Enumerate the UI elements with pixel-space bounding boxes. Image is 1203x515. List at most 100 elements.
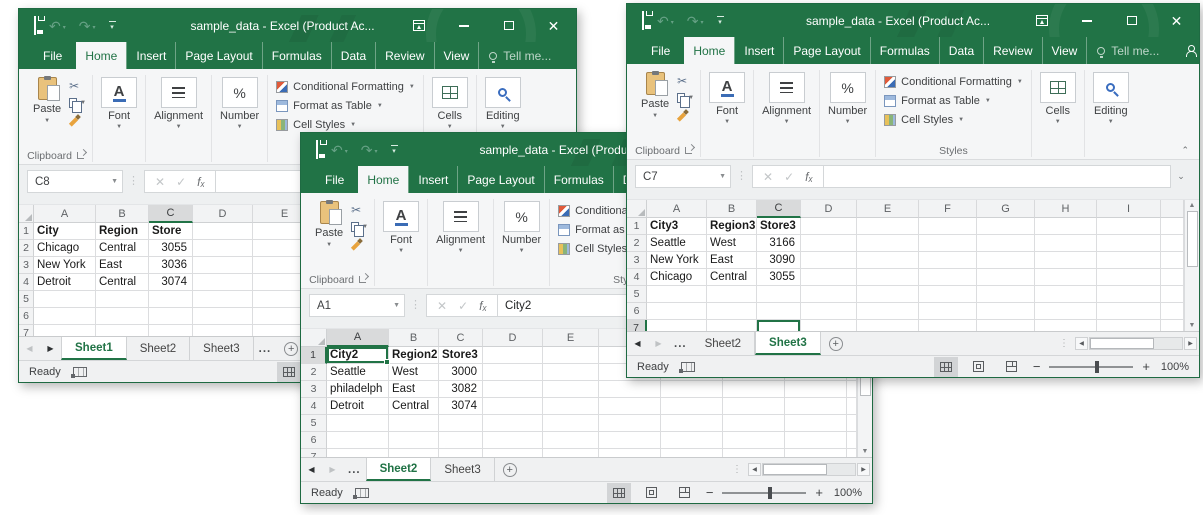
copy-button[interactable]: ▼: [69, 96, 86, 109]
cell-c5[interactable]: [757, 286, 801, 303]
dialog-launcher-icon[interactable]: [685, 147, 692, 154]
vertical-scrollbar[interactable]: ▲ ▼: [1184, 200, 1199, 331]
editing-group-button[interactable]: Editing ▼: [1087, 68, 1135, 159]
cell-e1[interactable]: [543, 347, 599, 364]
row-header-1[interactable]: 1: [627, 218, 647, 235]
cell-x4[interactable]: [723, 398, 785, 415]
cell-b1[interactable]: Region3: [707, 218, 757, 235]
cell-h3[interactable]: [1035, 252, 1097, 269]
row-header-6[interactable]: 6: [627, 303, 647, 320]
share-button[interactable]: Share: [561, 42, 577, 69]
format-as-table-button[interactable]: Format as Table ▼: [276, 98, 415, 113]
column-header-i[interactable]: I: [1097, 200, 1161, 218]
formula-cancel-icon[interactable]: ✕: [155, 175, 165, 189]
cell-styles-button[interactable]: Cell Styles ▼: [276, 117, 415, 132]
format-painter-button[interactable]: [677, 108, 694, 121]
row-header-2[interactable]: 2: [19, 240, 34, 257]
cell-d4[interactable]: [483, 398, 543, 415]
cell-x3[interactable]: [723, 381, 785, 398]
select-all-corner[interactable]: [301, 329, 327, 347]
cell-g3[interactable]: [977, 252, 1035, 269]
cell-c7[interactable]: [149, 325, 193, 336]
zoom-out-icon[interactable]: −: [706, 485, 714, 500]
cell-b2[interactable]: West: [389, 364, 439, 381]
cell-d1[interactable]: [801, 218, 857, 235]
formula-enter-icon[interactable]: ✓: [176, 175, 186, 189]
cell-e6[interactable]: [857, 303, 919, 320]
menu-tab-page-layout[interactable]: Page Layout: [457, 166, 543, 193]
row-header-7[interactable]: 7: [19, 325, 34, 336]
dialog-launcher-icon[interactable]: [77, 152, 84, 159]
cell-a5[interactable]: [34, 291, 96, 308]
cell-b4[interactable]: Central: [707, 269, 757, 286]
sheet-nav-forward-icon[interactable]: ▶: [40, 337, 61, 360]
menu-tab-page-layout[interactable]: Page Layout: [783, 37, 869, 64]
cells-group-button[interactable]: Cells ▼: [1034, 68, 1082, 159]
cell-e2[interactable]: [857, 235, 919, 252]
cell-c5[interactable]: [439, 415, 483, 432]
sheet-tab-sheet2[interactable]: Sheet2: [692, 332, 755, 355]
tell-me[interactable]: Tell me...: [478, 42, 561, 69]
format-as-table-button[interactable]: Format as Table ▼: [884, 93, 1023, 108]
zoom-level[interactable]: 100%: [832, 487, 864, 499]
cell-x6[interactable]: [599, 432, 661, 449]
dialog-launcher-icon[interactable]: [359, 276, 366, 283]
name-box[interactable]: C7 ▼: [635, 165, 731, 188]
scroll-right-icon[interactable]: ▶: [1184, 337, 1197, 350]
cell-x6[interactable]: [785, 432, 847, 449]
cell-d5[interactable]: [801, 286, 857, 303]
cell-styles-button[interactable]: Cell Styles ▼: [884, 112, 1023, 127]
sheet-tab-sheet1[interactable]: Sheet1: [61, 337, 127, 360]
cell-d7[interactable]: [801, 320, 857, 331]
menu-tab-review[interactable]: Review: [983, 37, 1041, 64]
formula-bar-splitter[interactable]: ⋮: [405, 294, 426, 311]
cell-x3[interactable]: [661, 381, 723, 398]
cell-x7[interactable]: [723, 449, 785, 457]
cut-button[interactable]: ✂: [677, 74, 694, 87]
formula-bar-splitter[interactable]: ⋮: [123, 170, 144, 187]
zoom-slider[interactable]: [722, 492, 806, 494]
row-header-5[interactable]: 5: [301, 415, 327, 432]
menu-tab-formulas[interactable]: Formulas: [870, 37, 939, 64]
formula-cancel-icon[interactable]: ✕: [763, 170, 773, 184]
row-header-3[interactable]: 3: [627, 252, 647, 269]
cell-a1[interactable]: City: [34, 223, 96, 240]
zoom-in-icon[interactable]: +: [1142, 359, 1150, 374]
cell-x4[interactable]: [785, 398, 847, 415]
customize-quick-access-icon[interactable]: ▾: [391, 145, 398, 155]
column-header-h[interactable]: H: [1035, 200, 1097, 218]
tab-bar-splitter[interactable]: ⋮: [1055, 332, 1073, 355]
cell-e5[interactable]: [857, 286, 919, 303]
cell-i3[interactable]: [1097, 252, 1161, 269]
cell-b3[interactable]: East: [707, 252, 757, 269]
cell-a4[interactable]: Detroit: [327, 398, 389, 415]
cell-a6[interactable]: [327, 432, 389, 449]
zoom-level[interactable]: 100%: [1159, 361, 1191, 373]
cell-f5[interactable]: [919, 286, 977, 303]
cell-a1[interactable]: City2: [327, 347, 389, 364]
cell-g5[interactable]: [977, 286, 1035, 303]
cell-c2[interactable]: 3055: [149, 240, 193, 257]
cell-b4[interactable]: Central: [96, 274, 149, 291]
fx-insert-function-icon[interactable]: fₓ: [197, 175, 205, 189]
redo-icon[interactable]: ↷▾: [687, 14, 704, 28]
menu-tab-page-layout[interactable]: Page Layout: [175, 42, 261, 69]
column-header-c[interactable]: C: [757, 200, 801, 218]
alignment-group-button[interactable]: Alignment ▼: [756, 68, 817, 159]
menu-tab-formulas[interactable]: Formulas: [262, 42, 331, 69]
cell-f2[interactable]: [919, 235, 977, 252]
zoom-slider-thumb[interactable]: [768, 487, 772, 499]
macro-record-icon[interactable]: [73, 367, 87, 377]
cell-b7[interactable]: [707, 320, 757, 331]
column-header-b[interactable]: B: [389, 329, 439, 347]
cell-a3[interactable]: New York: [34, 257, 96, 274]
font-group-button[interactable]: A Font ▼: [703, 68, 751, 159]
cell-a3[interactable]: New York: [647, 252, 707, 269]
cell-d6[interactable]: [193, 308, 253, 325]
cell-i1[interactable]: [1097, 218, 1161, 235]
cell-b3[interactable]: East: [389, 381, 439, 398]
column-header-c[interactable]: C: [439, 329, 483, 347]
scroll-left-icon[interactable]: ◀: [1075, 337, 1088, 350]
alignment-group-button[interactable]: Alignment ▼: [430, 197, 491, 288]
ribbon-display-options-icon[interactable]: [1019, 4, 1064, 37]
